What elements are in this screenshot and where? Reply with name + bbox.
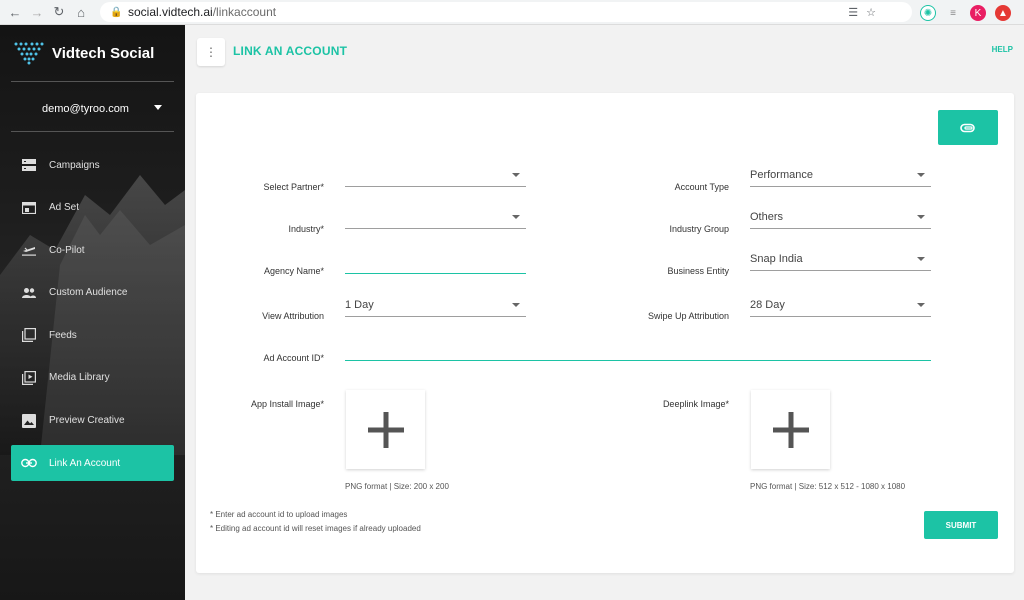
sidebar-item-feeds[interactable]: Feeds bbox=[11, 317, 174, 353]
plus-icon bbox=[772, 411, 809, 448]
submit-button[interactable]: SUBMIT bbox=[924, 511, 998, 539]
chevron-down-icon bbox=[917, 215, 925, 219]
sidebar-item-ad-set[interactable]: Ad Set bbox=[11, 190, 174, 226]
people-icon bbox=[21, 285, 37, 301]
url-host: social.vidtech.ai bbox=[128, 5, 213, 19]
extension-icon[interactable]: ✺ bbox=[920, 5, 936, 21]
ad-account-id-input[interactable] bbox=[345, 343, 931, 361]
sidebar-item-link-an-account[interactable]: Link An Account bbox=[11, 445, 174, 482]
chevron-down-icon bbox=[512, 215, 520, 219]
app-install-image-upload[interactable] bbox=[346, 390, 425, 469]
chevron-down-icon bbox=[512, 303, 520, 307]
sidebar-item-preview-creative[interactable]: Preview Creative bbox=[11, 403, 174, 439]
chevron-down-icon bbox=[917, 257, 925, 261]
view-attribution-label: View Attribution bbox=[262, 311, 324, 321]
link-account-button[interactable] bbox=[938, 110, 998, 145]
business-entity-label: Business Entity bbox=[667, 266, 729, 276]
note-line: * Enter ad account id to upload images bbox=[210, 510, 348, 519]
browser-toolbar: ← → ↻ ⌂ 🔒 social.vidtech.ai/linkaccount … bbox=[0, 0, 1024, 25]
swipe-up-attribution-label: Swipe Up Attribution bbox=[647, 311, 729, 321]
reload-icon[interactable]: ↻ bbox=[48, 1, 70, 23]
link-account-card: Select Partner* Industry* Agency Name* V… bbox=[196, 93, 1014, 573]
sidebar-item-label: Link An Account bbox=[49, 457, 121, 469]
business-entity-dropdown[interactable]: Snap India bbox=[750, 253, 931, 271]
sidebar-divider bbox=[11, 81, 174, 82]
industry-label: Industry* bbox=[288, 224, 324, 234]
plane-icon bbox=[21, 242, 37, 258]
view-attribution-dropdown[interactable]: 1 Day bbox=[345, 299, 526, 317]
extension-red-icon[interactable]: ▲ bbox=[995, 5, 1011, 21]
page-title: LINK AN ACCOUNT bbox=[233, 44, 348, 58]
vidtech-logo-icon bbox=[14, 42, 44, 65]
sidebar: Vidtech Social demo@tyroo.com Campaigns … bbox=[0, 25, 185, 600]
image-icon bbox=[21, 413, 37, 429]
reading-list-icon[interactable]: ≡ bbox=[945, 5, 961, 21]
sidebar-item-media-library[interactable]: Media Library bbox=[11, 360, 174, 396]
campaigns-icon bbox=[21, 157, 37, 173]
top-bar: ⋮ LINK AN ACCOUNT HELP bbox=[185, 25, 1024, 77]
swipe-up-attribution-dropdown[interactable]: 28 Day bbox=[750, 299, 931, 317]
link-icon bbox=[21, 455, 37, 471]
brand-name: Vidtech Social bbox=[52, 44, 155, 62]
sidebar-item-label: Media Library bbox=[49, 372, 110, 384]
industry-group-dropdown[interactable]: Others bbox=[750, 211, 931, 229]
sidebar-item-label: Campaigns bbox=[49, 159, 100, 171]
paperclip-icon bbox=[960, 123, 975, 132]
select-partner-label: Select Partner* bbox=[263, 182, 324, 192]
brand[interactable]: Vidtech Social bbox=[14, 41, 154, 65]
lock-icon: 🔒 bbox=[110, 7, 123, 18]
deeplink-image-upload[interactable] bbox=[751, 390, 830, 469]
sidebar-item-label: Co-Pilot bbox=[49, 244, 85, 256]
select-partner-dropdown[interactable] bbox=[345, 169, 526, 187]
agency-name-label: Agency Name* bbox=[263, 266, 324, 276]
ad-account-id-label: Ad Account ID* bbox=[263, 353, 324, 363]
media-library-icon bbox=[21, 370, 37, 386]
account-type-label: Account Type bbox=[674, 182, 729, 192]
plus-icon bbox=[367, 411, 404, 448]
more-vert-icon[interactable]: ⋮ bbox=[197, 38, 225, 66]
help-link[interactable]: HELP bbox=[992, 45, 1013, 54]
deeplink-image-label: Deeplink Image* bbox=[662, 399, 729, 409]
ad-set-icon bbox=[21, 200, 37, 216]
account-type-dropdown[interactable]: Performance bbox=[750, 169, 931, 187]
bookmark-star-icon[interactable]: ☆ bbox=[866, 6, 876, 19]
industry-dropdown[interactable] bbox=[345, 211, 526, 229]
agency-name-input[interactable] bbox=[345, 256, 526, 274]
chevron-down-icon[interactable] bbox=[154, 105, 162, 110]
user-email[interactable]: demo@tyroo.com bbox=[42, 103, 129, 115]
translate-icon[interactable]: ☰ bbox=[848, 6, 858, 19]
chevron-down-icon bbox=[512, 173, 520, 177]
sidebar-item-co-pilot[interactable]: Co-Pilot bbox=[11, 232, 174, 268]
sidebar-item-label: Ad Set bbox=[49, 202, 80, 214]
industry-group-label: Industry Group bbox=[669, 224, 729, 234]
chevron-down-icon bbox=[917, 303, 925, 307]
sidebar-divider bbox=[11, 131, 174, 132]
address-bar[interactable]: 🔒 social.vidtech.ai/linkaccount ☰ ☆ bbox=[100, 2, 912, 22]
home-icon[interactable]: ⌂ bbox=[70, 1, 92, 23]
app-install-image-label: App Install Image* bbox=[250, 399, 324, 409]
app-install-image-hint: PNG format | Size: 200 x 200 bbox=[345, 482, 449, 491]
feeds-icon bbox=[21, 327, 37, 343]
chevron-down-icon bbox=[917, 173, 925, 177]
url-path: /linkaccount bbox=[212, 5, 277, 19]
sidebar-item-label: Preview Creative bbox=[49, 415, 125, 427]
sidebar-item-label: Custom Audience bbox=[49, 287, 128, 299]
note-line: * Editing ad account id will reset image… bbox=[210, 524, 421, 533]
sidebar-item-custom-audience[interactable]: Custom Audience bbox=[11, 275, 174, 311]
profile-avatar[interactable]: K bbox=[970, 5, 986, 21]
sidebar-item-campaigns[interactable]: Campaigns bbox=[11, 147, 174, 183]
sidebar-menu: Campaigns Ad Set Co-Pilot Custom Audienc… bbox=[11, 147, 174, 488]
forward-icon[interactable]: → bbox=[26, 1, 48, 23]
sidebar-item-label: Feeds bbox=[49, 329, 77, 341]
back-icon[interactable]: ← bbox=[4, 1, 26, 23]
deeplink-image-hint: PNG format | Size: 512 x 512 - 1080 x 10… bbox=[750, 482, 906, 491]
